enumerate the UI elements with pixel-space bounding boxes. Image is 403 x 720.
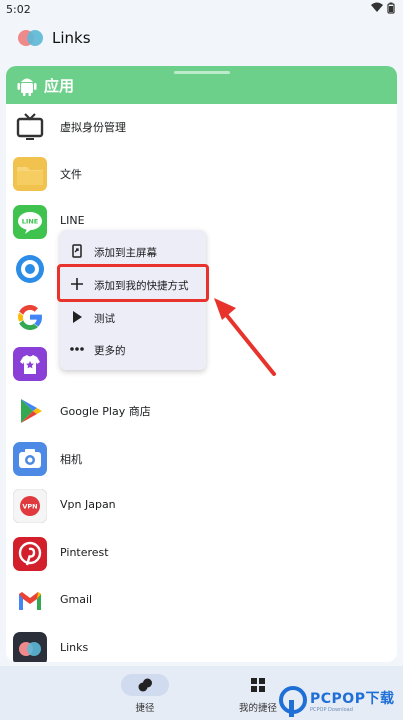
- menu-item-label: 添加到主屏幕: [94, 247, 157, 259]
- battery-icon: [387, 2, 395, 14]
- tv-icon: [16, 113, 44, 140]
- status-time: 5:02: [6, 3, 31, 16]
- app-item-links[interactable]: Links: [6, 626, 397, 662]
- menu-item-add-to-home[interactable]: 添加到主屏幕: [60, 235, 206, 267]
- purple-shirt-app-icon: [13, 347, 47, 381]
- nav-label: 捷径: [135, 703, 155, 714]
- android-icon: [17, 78, 37, 96]
- add-to-home-icon: [72, 244, 82, 258]
- shortcut-icon: [138, 678, 152, 692]
- highlight-box: [57, 264, 209, 302]
- app-label: 文件: [60, 168, 82, 181]
- app-label: Pinterest: [60, 546, 109, 559]
- app-title: Links: [52, 29, 91, 47]
- pcpop-logo-icon: [279, 686, 307, 717]
- annotation-arrow-icon: [214, 298, 276, 376]
- google-icon: [18, 305, 42, 330]
- app-item-camera[interactable]: 相机: [6, 436, 397, 483]
- app-item-google-play[interactable]: Google Play 商店: [6, 388, 397, 435]
- section-header[interactable]: 应用: [6, 66, 397, 104]
- status-bar: 5:02: [0, 0, 403, 18]
- menu-item-label: 测试: [94, 313, 115, 325]
- app-label: LINE: [60, 214, 85, 227]
- watermark-subtext: PCPOP Download: [310, 707, 353, 713]
- line-badge-text: LINE: [22, 218, 38, 226]
- google-play-icon: [21, 399, 42, 423]
- vpn-icon: VPN: [13, 489, 47, 523]
- app-item-virtual-identity[interactable]: 虚拟身份管理: [6, 104, 397, 151]
- vpn-badge-text: VPN: [22, 503, 37, 511]
- menu-item-label: 更多的: [94, 345, 126, 357]
- app-item-pinterest[interactable]: Pinterest: [6, 531, 397, 578]
- gmail-icon: [19, 592, 41, 610]
- wifi-icon: [371, 2, 383, 12]
- app-bar: Links: [0, 20, 403, 60]
- app-item-gmail[interactable]: Gmail: [6, 578, 397, 625]
- links-icon: [13, 632, 47, 662]
- watermark: PCPOP下载 PCPOP Download: [278, 684, 403, 720]
- app-item-files[interactable]: 文件: [6, 151, 397, 198]
- menu-item-test[interactable]: 测试: [60, 301, 206, 333]
- pinterest-icon: [13, 537, 47, 571]
- links-logo-icon: [18, 30, 43, 46]
- grid-icon: [251, 678, 265, 692]
- more-icon: [70, 347, 84, 351]
- app-label: Google Play 商店: [60, 405, 151, 418]
- app-label: 相机: [60, 453, 82, 466]
- app-label: 虚拟身份管理: [60, 121, 126, 134]
- menu-item-more[interactable]: 更多的: [60, 333, 206, 365]
- camera-icon: [13, 442, 47, 476]
- line-icon: LINE: [13, 205, 47, 239]
- app-item-vpn-japan[interactable]: VPN Vpn Japan: [6, 483, 397, 530]
- app-label: Vpn Japan: [60, 498, 116, 511]
- section-title: 应用: [44, 77, 75, 95]
- drag-handle[interactable]: [174, 71, 230, 74]
- nav-item-shortcuts[interactable]: 捷径: [100, 672, 190, 716]
- watermark-text: PCPOP下载: [310, 691, 395, 707]
- status-icons: [371, 2, 395, 14]
- folder-icon: [13, 157, 47, 191]
- app-label: Gmail: [60, 593, 93, 606]
- app-label: Links: [60, 641, 89, 654]
- play-icon: [73, 311, 82, 323]
- blue-circle-app-icon: [16, 255, 44, 283]
